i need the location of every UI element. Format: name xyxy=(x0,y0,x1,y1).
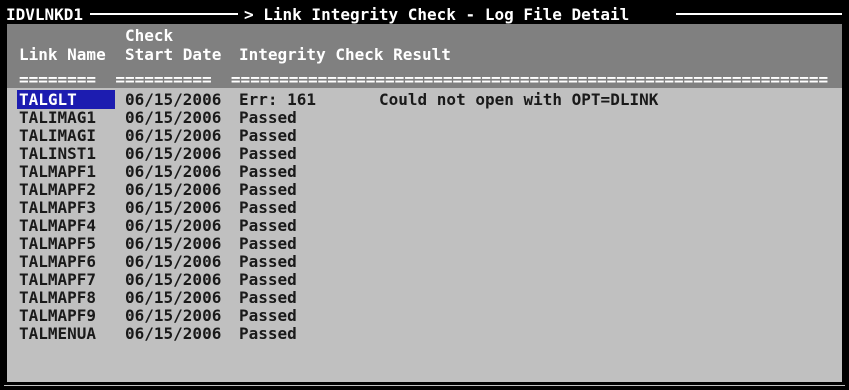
check-date-cell: 06/15/2006 xyxy=(125,252,222,271)
table-row[interactable]: TALMAPF3 06/15/2006 Passed xyxy=(7,198,842,217)
title-bar: IDVLNKD1 > Link Integrity Check - Log Fi… xyxy=(4,4,845,24)
table-row[interactable]: TALMAPF2 06/15/2006 Passed xyxy=(7,180,842,199)
link-name-cell: TALIMAGI xyxy=(19,126,97,145)
header-separator: ======== ========== ====================… xyxy=(19,70,829,89)
result-cell: Err: 161 xyxy=(239,90,317,109)
check-date-cell: 06/15/2006 xyxy=(125,108,222,127)
column-header: Check Link Name Start Date Integrity Che… xyxy=(7,24,842,89)
result-message-cell: Could not open with OPT=DLINK xyxy=(379,90,659,109)
link-name-cell: TALMAPF9 xyxy=(19,306,97,325)
window-title: > Link Integrity Check - Log File Detail xyxy=(244,5,630,24)
link-name-cell: TALIMAG1 xyxy=(19,108,97,127)
table-row[interactable]: TALMAPF4 06/15/2006 Passed xyxy=(7,216,842,235)
result-cell: Passed xyxy=(239,180,297,199)
table-row[interactable]: TALIMAGI 06/15/2006 Passed xyxy=(7,126,842,145)
result-cell: Passed xyxy=(239,198,297,217)
result-cell: Passed xyxy=(239,234,297,253)
table-row[interactable]: TALMAPF7 06/15/2006 Passed xyxy=(7,270,842,289)
check-date-cell: 06/15/2006 xyxy=(125,144,222,163)
table-row[interactable]: TALMAPF8 06/15/2006 Passed xyxy=(7,288,842,307)
program-id: IDVLNKD1 xyxy=(6,5,84,24)
result-cell: Passed xyxy=(239,144,297,163)
link-name-cell: TALMAPF4 xyxy=(19,216,97,235)
check-date-cell: 06/15/2006 xyxy=(125,216,222,235)
result-cell: Passed xyxy=(239,216,297,235)
result-header: Integrity Check Result xyxy=(239,45,451,64)
table-row[interactable]: TALMAPF5 06/15/2006 Passed xyxy=(7,234,842,253)
link-name-cell: TALMAPF5 xyxy=(19,234,97,253)
check-date-cell: 06/15/2006 xyxy=(125,306,222,325)
result-cell: Passed xyxy=(239,252,297,271)
link-name-cell: TALMAPF6 xyxy=(19,252,97,271)
start-date-header: Start Date xyxy=(125,45,222,64)
result-cell: Passed xyxy=(239,270,297,289)
title-rule-right xyxy=(676,13,842,15)
table-row[interactable]: TALMAPF9 06/15/2006 Passed xyxy=(7,306,842,325)
check-date-cell: 06/15/2006 xyxy=(125,234,222,253)
frame-border-left xyxy=(4,10,7,385)
check-date-cell: 06/15/2006 xyxy=(125,180,222,199)
link-name-cell: TALMAPF8 xyxy=(19,288,97,307)
log-table: TALGLT 06/15/2006 Err: 161 Could not open w… xyxy=(7,90,842,343)
result-cell: Passed xyxy=(239,162,297,181)
check-date-cell: 06/15/2006 xyxy=(125,288,222,307)
link-name-cell: TALMAPF7 xyxy=(19,270,97,289)
title-rule-left xyxy=(90,13,238,15)
check-date-cell: 06/15/2006 xyxy=(125,270,222,289)
table-row[interactable]: TALMENUA 06/15/2006 Passed xyxy=(7,324,842,343)
check-date-cell: 06/15/2006 xyxy=(125,162,222,181)
check-date-cell: 06/15/2006 xyxy=(125,126,222,145)
frame-border-bottom xyxy=(4,382,845,385)
result-cell: Passed xyxy=(239,126,297,145)
link-name-header: Link Name xyxy=(19,45,106,64)
link-name-cell: TALMAPF3 xyxy=(19,198,97,217)
link-name-cell: TALMAPF2 xyxy=(19,180,97,199)
table-row[interactable]: TALIMAG1 06/15/2006 Passed xyxy=(7,108,842,127)
check-date-cell: 06/15/2006 xyxy=(125,324,222,343)
check-date-cell: 06/15/2006 xyxy=(125,198,222,217)
table-row[interactable]: TALMAPF6 06/15/2006 Passed xyxy=(7,252,842,271)
link-name-cell: TALMAPF1 xyxy=(19,162,97,181)
table-row[interactable]: TALMAPF1 06/15/2006 Passed xyxy=(7,162,842,181)
link-name-cell: TALINST1 xyxy=(19,144,97,163)
table-row[interactable]: TALINST1 06/15/2006 Passed xyxy=(7,144,842,163)
link-name-cell: TALGLT xyxy=(17,90,115,109)
table-row[interactable]: TALGLT 06/15/2006 Err: 161 Could not open w… xyxy=(7,90,842,109)
check-date-cell: 06/15/2006 xyxy=(125,90,222,109)
check-header-label: Check xyxy=(125,26,174,45)
link-name-cell: TALMENUA xyxy=(19,324,97,343)
result-cell: Passed xyxy=(239,288,297,307)
frame-border-right xyxy=(842,10,845,385)
result-cell: Passed xyxy=(239,108,297,127)
result-cell: Passed xyxy=(239,324,297,343)
result-cell: Passed xyxy=(239,306,297,325)
